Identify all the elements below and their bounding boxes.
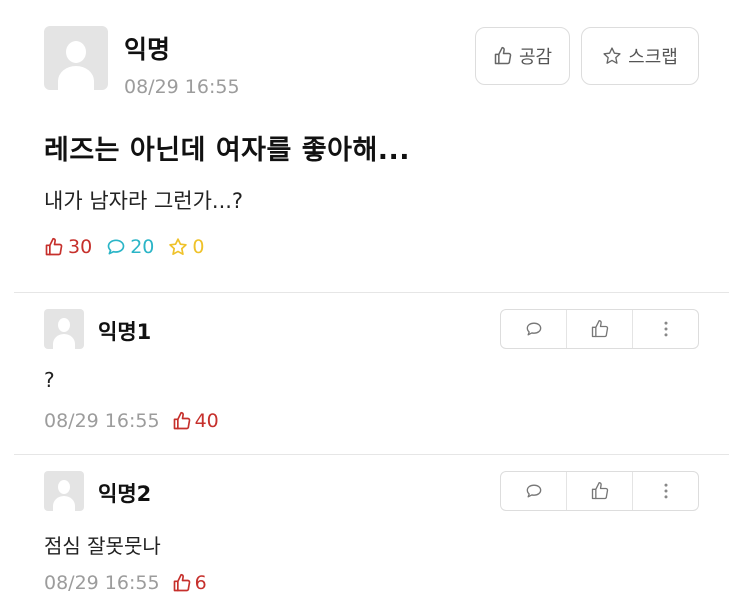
- post-body: 내가 남자라 그런가...?: [44, 189, 244, 213]
- more-vertical-icon: [656, 481, 676, 501]
- post-title: 레즈는 아닌데 여자를 좋아해...: [44, 135, 411, 166]
- thumbs-up-icon: [590, 319, 610, 339]
- post-avatar: [44, 26, 108, 90]
- speech-bubble-icon: [524, 481, 544, 501]
- post-scrap-count: 0: [168, 236, 204, 258]
- post-comment-count: 20: [106, 236, 154, 258]
- divider: [14, 454, 729, 455]
- post-timestamp: 08/29 16:55: [124, 76, 240, 98]
- comment-like-count: 6: [172, 572, 207, 594]
- reply-button[interactable]: [501, 472, 566, 510]
- thumbs-up-icon: [590, 481, 610, 501]
- more-vertical-icon: [656, 319, 676, 339]
- star-icon: [168, 237, 188, 257]
- scrap-button-label: 스크랩: [628, 47, 678, 68]
- comment-author: 익명2: [98, 482, 152, 506]
- comment-like-button[interactable]: [566, 310, 632, 348]
- comment-avatar: [44, 471, 84, 511]
- divider: [14, 292, 729, 293]
- post-stats: 30 20 0: [44, 236, 218, 258]
- more-options-button[interactable]: [632, 310, 698, 348]
- comment-text: 점심 잘못뭇나: [44, 534, 161, 558]
- more-options-button[interactable]: [632, 472, 698, 510]
- post-author: 익명: [124, 35, 171, 64]
- comment-actions: [500, 309, 699, 349]
- speech-bubble-icon: [106, 237, 126, 257]
- comment-like-count: 40: [172, 410, 219, 432]
- reply-button[interactable]: [501, 310, 566, 348]
- comment-meta: 08/29 16:55 40: [44, 410, 219, 432]
- like-button[interactable]: 공감: [475, 27, 570, 85]
- scrap-button[interactable]: 스크랩: [581, 27, 699, 85]
- thumbs-up-icon: [172, 411, 192, 431]
- comment-meta: 08/29 16:55 6: [44, 572, 207, 594]
- comment-like-button[interactable]: [566, 472, 632, 510]
- comment-actions: [500, 471, 699, 511]
- speech-bubble-icon: [524, 319, 544, 339]
- comment-timestamp: 08/29 16:55: [44, 572, 160, 594]
- star-icon: [602, 46, 622, 66]
- thumbs-up-icon: [493, 46, 513, 66]
- post-like-count: 30: [44, 236, 92, 258]
- comment-author: 익명1: [98, 320, 152, 344]
- comment-avatar: [44, 309, 84, 349]
- thumbs-up-icon: [172, 573, 192, 593]
- thumbs-up-icon: [44, 237, 64, 257]
- comment-text: ?: [44, 368, 55, 392]
- comment-timestamp: 08/29 16:55: [44, 410, 160, 432]
- like-button-label: 공감: [518, 47, 553, 68]
